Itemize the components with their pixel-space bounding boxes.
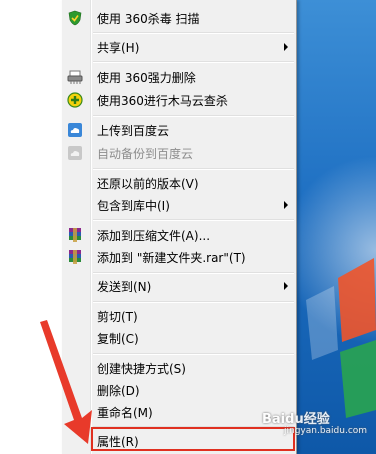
menu-item-label: 上传到百度云 — [97, 124, 170, 138]
winrar-icon — [69, 228, 81, 242]
menu-item-label: 共享(H) — [97, 41, 140, 55]
submenu-arrow-icon — [284, 201, 288, 209]
menu-item-label: 自动备份到百度云 — [97, 147, 194, 161]
menu-item-label: 使用 360杀毒 扫描 — [97, 12, 200, 26]
cloud-upload-icon — [68, 123, 82, 137]
menu-item-label: 添加到压缩文件(A)... — [97, 229, 211, 243]
baidu-watermark: Baidu经验 jingyan.baidu.com — [262, 408, 367, 436]
menu-item-label: 复制(C) — [97, 332, 139, 346]
menu-item-360-trojan-scan[interactable]: 使用360进行木马云查杀 — [62, 89, 296, 111]
winrar-icon — [69, 250, 81, 264]
menu-item-label: 发送到(N) — [97, 280, 152, 294]
menu-item-create-shortcut[interactable]: 创建快捷方式(S) — [62, 357, 296, 379]
menu-item-label: 创建快捷方式(S) — [97, 362, 186, 376]
menu-item-label: 使用360进行木马云查杀 — [97, 94, 228, 108]
shredder-icon — [67, 70, 83, 84]
menu-item-add-to-archive[interactable]: 添加到压缩文件(A)... — [62, 224, 296, 246]
menu-item-rename[interactable]: 重命名(M) — [62, 401, 296, 423]
menu-item-label: 还原以前的版本(V) — [97, 177, 199, 191]
menu-item-360-force-delete[interactable]: 使用 360强力删除 — [62, 66, 296, 88]
watermark-subtext: jingyan.baidu.com — [284, 426, 368, 436]
menu-item-cut[interactable]: 剪切(T) — [62, 305, 296, 327]
menu-item-360-scan[interactable]: 使用 360杀毒 扫描 — [62, 7, 296, 29]
submenu-arrow-icon — [284, 282, 288, 290]
menu-item-delete[interactable]: 删除(D) — [62, 379, 296, 401]
submenu-arrow-icon — [284, 43, 288, 51]
context-menu: 使用 360杀毒 扫描 共享(H) 使用 360强力删除 使用360进行木马云查… — [62, 0, 297, 454]
menu-item-copy[interactable]: 复制(C) — [62, 327, 296, 349]
menu-item-send-to[interactable]: 发送到(N) — [62, 275, 296, 297]
menu-item-label: 重命名(M) — [97, 406, 153, 420]
menu-item-upload-baidu-cloud[interactable]: 上传到百度云 — [62, 119, 296, 141]
menu-item-label: 添加到 "新建文件夹.rar"(T) — [97, 251, 246, 265]
menu-item-restore-previous-versions[interactable]: 还原以前的版本(V) — [62, 172, 296, 194]
menu-item-label: 使用 360强力删除 — [97, 71, 196, 85]
menu-item-include-in-library[interactable]: 包含到库中(I) — [62, 194, 296, 216]
cloud-backup-icon — [68, 146, 82, 160]
trojan-scan-icon — [67, 92, 83, 108]
desktop-background — [296, 0, 376, 454]
menu-item-label: 删除(D) — [97, 384, 140, 398]
menu-item-share[interactable]: 共享(H) — [62, 36, 296, 58]
shield-icon — [68, 10, 82, 26]
watermark-text: Baidu经验 — [262, 412, 330, 427]
windows-logo — [306, 258, 376, 418]
menu-item-label: 剪切(T) — [97, 310, 138, 324]
menu-item-add-to-rar[interactable]: 添加到 "新建文件夹.rar"(T) — [62, 246, 296, 268]
menu-item-label: 包含到库中(I) — [97, 199, 170, 213]
menu-item-auto-backup-baidu-cloud: 自动备份到百度云 — [62, 142, 296, 164]
